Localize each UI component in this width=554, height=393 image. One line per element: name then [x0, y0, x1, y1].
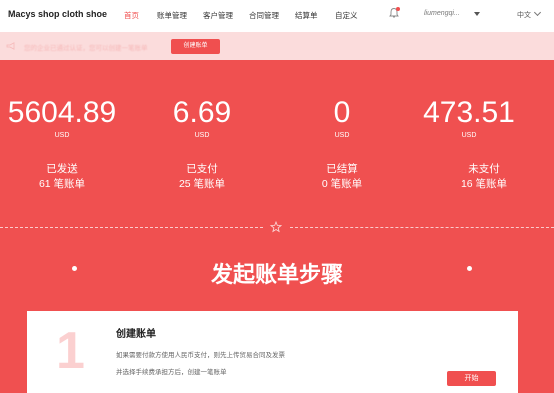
divider [290, 227, 554, 228]
stat-status-unpaid[interactable]: 未支付 [424, 162, 544, 176]
brand-name[interactable]: Macys shop cloth shoe… [8, 9, 108, 19]
stat-count-settled[interactable]: 0 笔账单 [282, 177, 402, 191]
stat-unit: USD [334, 132, 350, 139]
star-icon [270, 221, 282, 233]
notice-text: 您的企业已通过认证，您可以创建一笔账单 [24, 45, 148, 52]
stat-value: 6.69 [172, 96, 232, 129]
step-number: 1 [56, 322, 85, 380]
divider [0, 227, 263, 228]
nav-contract-management[interactable]: 合同管理 [249, 10, 279, 21]
nav-settlement[interactable]: 结算单 [295, 10, 318, 21]
step-title: 创建账单 [116, 329, 156, 340]
user-name[interactable]: liumengqi... [424, 10, 460, 17]
stat-value: 473.51 [423, 96, 515, 129]
chevron-down-icon[interactable] [533, 8, 542, 17]
step-description: 并选择手续费承担方后，创建一笔账单 [116, 369, 227, 376]
stat-unit: USD [54, 132, 70, 139]
create-bill-button[interactable]: 创建账单 [171, 39, 220, 54]
stat-count-paid[interactable]: 25 笔账单 [142, 177, 262, 191]
stat-value: 0 [333, 96, 351, 129]
notice-bar: 您的企业已通过认证，您可以创建一笔账单 [0, 32, 554, 60]
nav-bill-management[interactable]: 账单管理 [157, 10, 187, 21]
stat-unpaid: 473.51 USD [409, 96, 529, 140]
nav-custom[interactable]: 自定义 [335, 10, 358, 21]
stat-settled: 0 USD [282, 96, 402, 140]
stat-status-settled[interactable]: 已结算 [282, 162, 402, 176]
megaphone-icon [6, 42, 15, 50]
stat-unit: USD [194, 132, 210, 139]
chevron-down-icon[interactable] [474, 12, 480, 16]
stat-status-sent[interactable]: 已发送 [2, 162, 122, 176]
nav-home[interactable]: 首页 [124, 10, 139, 21]
stat-count-sent[interactable]: 61 笔账单 [2, 177, 122, 191]
stat-count-unpaid[interactable]: 16 笔账单 [424, 177, 544, 191]
step-description: 如果需要付款方使用人民币支付，则先上传贸易合同及发票 [116, 352, 285, 359]
stat-sent: 5604.89 USD [2, 96, 122, 140]
stat-unit: USD [461, 132, 477, 139]
stat-paid: 6.69 USD [142, 96, 262, 140]
stat-status-paid[interactable]: 已支付 [142, 162, 262, 176]
decor-dot [467, 266, 472, 271]
stat-value: 5604.89 [7, 96, 117, 129]
start-button[interactable]: 开始 [447, 371, 496, 386]
language-selector[interactable]: 中文 [517, 10, 531, 20]
notification-dot [396, 7, 400, 11]
nav-customer-management[interactable]: 客户管理 [203, 10, 233, 21]
steps-title: 发起账单步骤 [210, 262, 343, 287]
top-nav: Macys shop cloth shoe… 首页 账单管理 客户管理 合同管理… [0, 0, 554, 32]
